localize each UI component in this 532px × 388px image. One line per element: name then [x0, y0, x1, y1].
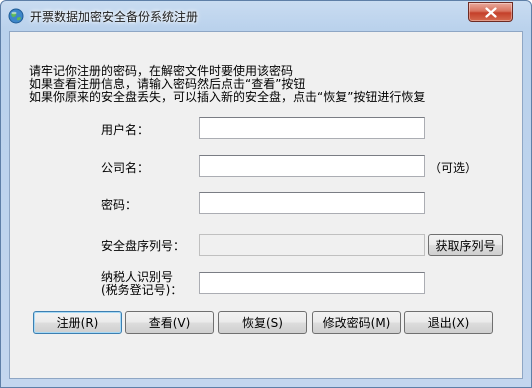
dialog-window: 开票数据加密安全备份系统注册 请牢记你注册的密码，在解密文件时要使用该密码 如果… — [0, 0, 532, 388]
company-optional-hint: （可选） — [429, 161, 478, 175]
window-title: 开票数据加密安全备份系统注册 — [30, 10, 199, 24]
taxid-label-line-2: (税务登记号)： — [101, 283, 183, 297]
serial-input — [199, 234, 425, 256]
username-input[interactable] — [199, 117, 425, 139]
taxid-label-line-1: 纳税人识别号 — [101, 270, 174, 284]
info-line-1: 请牢记你注册的密码，在解密文件时要使用该密码 — [29, 64, 294, 78]
serial-label: 安全盘序列号： — [101, 239, 186, 253]
company-label: 公司名： — [101, 161, 150, 175]
restore-button[interactable]: 恢复(S) — [218, 311, 307, 334]
globe-icon — [8, 8, 24, 24]
close-button[interactable] — [468, 2, 513, 22]
info-line-2: 如果查看注册信息，请输入密码然后点击“查看”按钮 — [29, 77, 306, 91]
username-label: 用户名： — [101, 123, 150, 137]
title-bar[interactable]: 开票数据加密安全备份系统注册 — [1, 1, 531, 31]
taxid-input[interactable] — [199, 272, 425, 294]
dialog-client-area: 请牢记你注册的密码，在解密文件时要使用该密码 如果查看注册信息，请输入密码然后点… — [9, 31, 523, 379]
exit-button[interactable]: 退出(X) — [404, 311, 493, 334]
register-button[interactable]: 注册(R) — [33, 311, 122, 334]
info-line-3: 如果你原来的安全盘丢失，可以插入新的安全盘，点击“恢复”按钮进行恢复 — [29, 90, 426, 104]
password-label: 密码： — [101, 198, 138, 212]
get-serial-button[interactable]: 获取序列号 — [428, 234, 503, 256]
password-input[interactable] — [199, 192, 425, 214]
company-input[interactable] — [199, 155, 425, 177]
view-button[interactable]: 查看(V) — [125, 311, 214, 334]
close-icon — [485, 7, 497, 18]
change-password-button[interactable]: 修改密码(M) — [312, 311, 401, 334]
